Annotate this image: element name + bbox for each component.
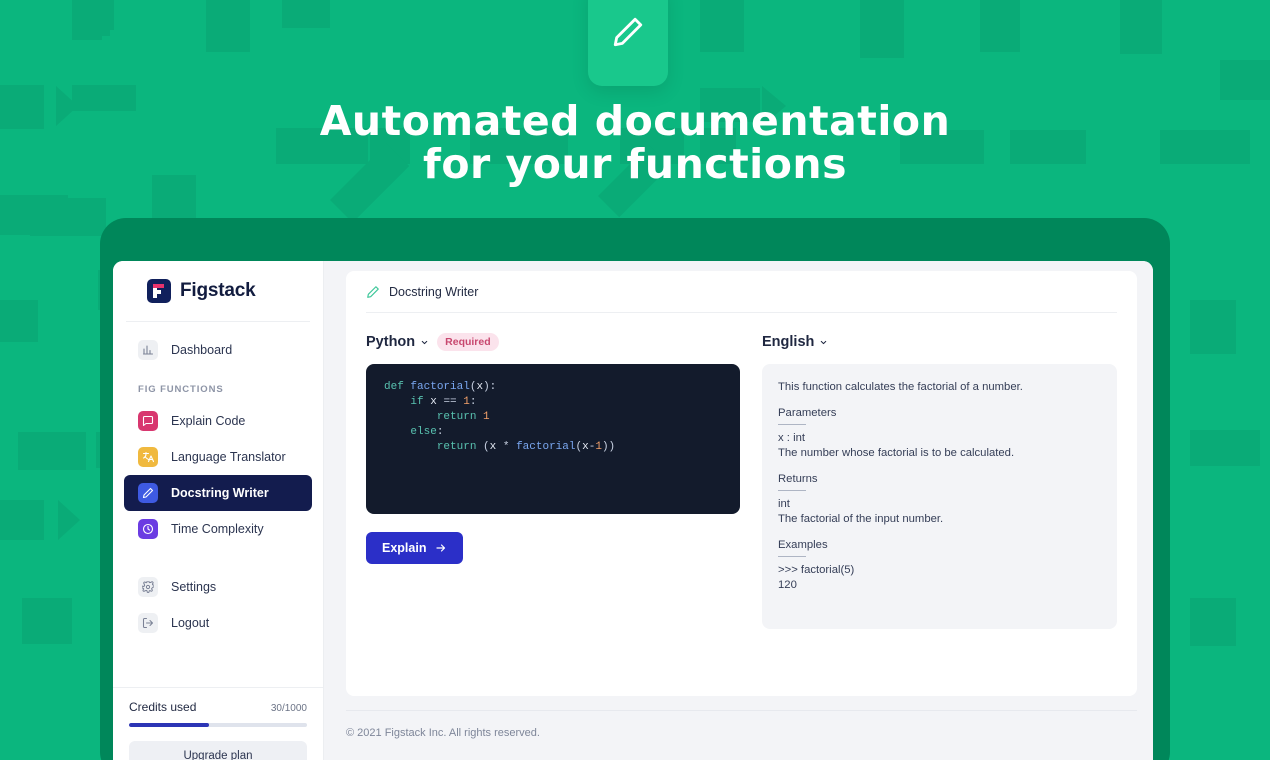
translate-icon: [138, 447, 158, 467]
clock-icon: [138, 519, 158, 539]
output-section-line: The number whose factorial is to be calc…: [778, 446, 1101, 461]
bg-shape: [72, 0, 102, 40]
credits-progress-bar: [129, 723, 307, 727]
sidebar-item-label: Settings: [171, 580, 216, 594]
bg-shape: [206, 0, 250, 52]
sidebar-item-docstring-writer[interactable]: Docstring Writer: [124, 475, 312, 511]
explain-button[interactable]: Explain: [366, 532, 463, 564]
app-window: Figstack Dashboard FIG FUNCTIONS Explain…: [113, 261, 1153, 760]
output-section-line: int: [778, 497, 1101, 512]
bg-arrow: [58, 500, 80, 540]
output-language-select-value: English: [762, 334, 814, 350]
sidebar-item-explain-code[interactable]: Explain Code: [124, 403, 312, 439]
sidebar-item-label: Time Complexity: [171, 522, 264, 536]
pencil-icon: [138, 483, 158, 503]
output-section-heading: Parameters: [778, 407, 1101, 419]
credits-progress-fill: [129, 723, 209, 727]
card-header: Docstring Writer: [366, 271, 1117, 313]
output-summary: This function calculates the factorial o…: [778, 380, 1101, 395]
headline-line-2: for your functions: [0, 143, 1270, 186]
docstring-output: This function calculates the factorial o…: [762, 364, 1117, 629]
sidebar-item-dashboard[interactable]: Dashboard: [124, 332, 312, 368]
card-title: Docstring Writer: [389, 285, 478, 299]
output-section-heading: Returns: [778, 473, 1101, 485]
credits-panel: Credits used 30/1000 Upgrade plan: [113, 687, 323, 760]
section-rule: [778, 490, 806, 491]
required-badge: Required: [437, 333, 499, 351]
pencil-icon: [611, 15, 645, 54]
chat-bubble-icon: [138, 411, 158, 431]
bg-shape: [860, 0, 904, 58]
output-section-line: x : int: [778, 431, 1101, 446]
sidebar-item-label: Language Translator: [171, 450, 286, 464]
gear-icon: [138, 577, 158, 597]
bg-shape: [1220, 60, 1270, 100]
language-select[interactable]: Python: [366, 334, 429, 350]
bg-shape: [282, 0, 330, 28]
output-section-line: >>> factorial(5): [778, 563, 1101, 578]
chevron-down-icon: [819, 338, 828, 347]
sidebar-item-language-translator[interactable]: Language Translator: [124, 439, 312, 475]
explain-button-label: Explain: [382, 541, 426, 555]
page-title: Automated documentation for your functio…: [0, 100, 1270, 186]
chevron-down-icon: [420, 338, 429, 347]
input-panel: Python Required def factorial(x): if x =…: [366, 329, 740, 629]
pencil-icon: [366, 285, 380, 299]
brand-name: Figstack: [180, 280, 256, 302]
arrow-right-icon: [435, 542, 447, 554]
bg-shape: [700, 0, 744, 52]
sidebar-item-label: Dashboard: [171, 343, 232, 357]
language-select-value: Python: [366, 334, 415, 350]
logout-icon: [138, 613, 158, 633]
output-panel: English This function calculates the fac…: [762, 329, 1117, 629]
output-language-select[interactable]: English: [762, 334, 828, 350]
headline-line-1: Automated documentation: [320, 97, 951, 145]
output-section-heading: Examples: [778, 539, 1101, 551]
section-rule: [778, 424, 806, 425]
sidebar-item-label: Logout: [171, 616, 209, 630]
bg-shape: [1190, 598, 1236, 646]
sidebar-item-logout[interactable]: Logout: [124, 605, 312, 641]
bg-shape: [0, 300, 38, 342]
brand-logo[interactable]: Figstack: [113, 261, 323, 321]
section-rule: [778, 556, 806, 557]
bg-shape: [1190, 430, 1260, 466]
main-content: Docstring Writer Python Required def fac…: [324, 261, 1153, 760]
upgrade-plan-button[interactable]: Upgrade plan: [129, 741, 307, 760]
dashboard-icon: [138, 340, 158, 360]
hero-badge-card: [588, 0, 668, 86]
credits-label: Credits used: [129, 700, 196, 714]
sidebar-item-label: Docstring Writer: [171, 486, 269, 500]
bg-shape: [0, 500, 44, 540]
figstack-logo-icon: [147, 279, 171, 303]
sidebar-item-settings[interactable]: Settings: [124, 569, 312, 605]
bg-shape: [22, 598, 72, 644]
code-input[interactable]: def factorial(x): if x == 1: return 1 el…: [366, 364, 740, 514]
bg-shape: [18, 432, 86, 470]
output-section-line: 120: [778, 578, 1101, 593]
sidebar-section-label: FIG FUNCTIONS: [113, 368, 323, 403]
footer-copyright: © 2021 Figstack Inc. All rights reserved…: [346, 710, 1137, 739]
bg-shape: [1120, 0, 1162, 54]
tool-card: Docstring Writer Python Required def fac…: [346, 271, 1137, 696]
bg-shape: [30, 198, 106, 236]
bg-shape: [1190, 300, 1236, 354]
sidebar: Figstack Dashboard FIG FUNCTIONS Explain…: [113, 261, 324, 760]
output-section-line: The factorial of the input number.: [778, 512, 1101, 527]
sidebar-item-time-complexity[interactable]: Time Complexity: [124, 511, 312, 547]
bg-shape: [980, 0, 1020, 52]
sidebar-item-label: Explain Code: [171, 414, 245, 428]
credits-count: 30/1000: [271, 703, 307, 714]
